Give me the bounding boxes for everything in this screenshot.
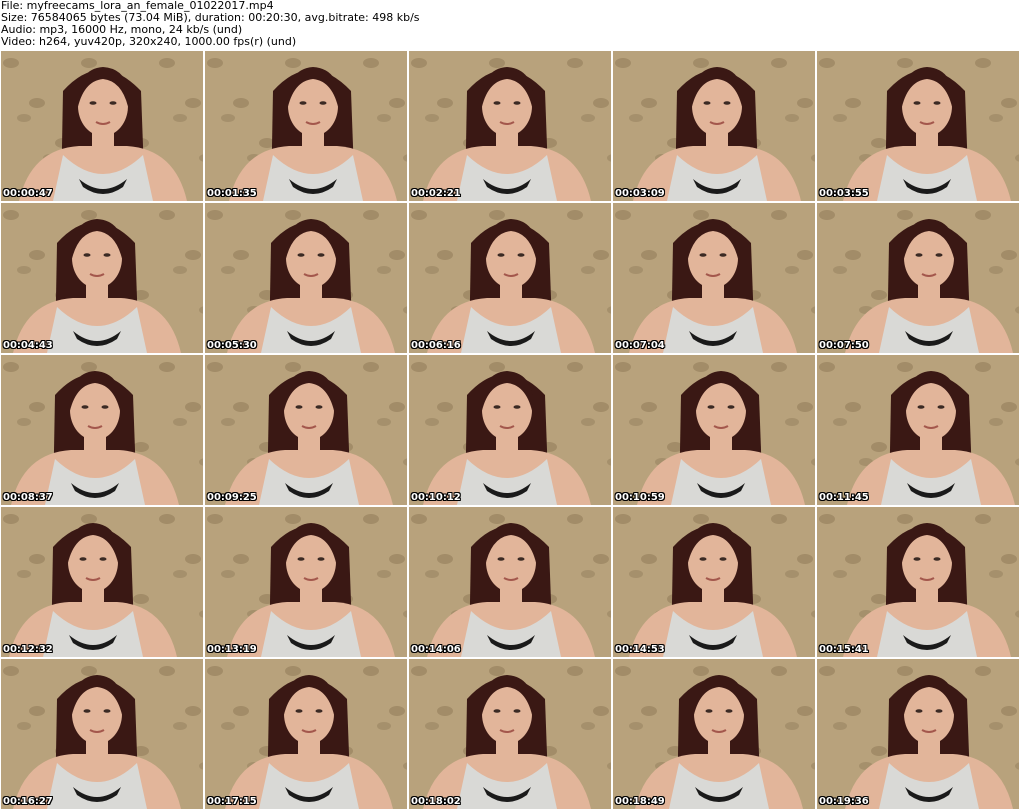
thumbnail-timestamp: 00:04:43 <box>3 340 53 351</box>
video-info-line: Video: h264, yuv420p, 320x240, 1000.00 f… <box>1 35 297 48</box>
thumbnail-timestamp: 00:03:09 <box>615 188 665 199</box>
thumbnail-timestamp: 00:07:50 <box>819 340 869 351</box>
thumbnail-timestamp: 00:02:21 <box>411 188 461 199</box>
thumbnail-frame-image <box>613 51 815 201</box>
thumbnail-frame-image <box>613 355 815 505</box>
thumbnail-frame-image <box>1 507 203 657</box>
video-thumbnail: 00:11:45 <box>817 355 1019 505</box>
video-thumbnail: 00:18:02 <box>409 659 611 809</box>
video-thumbnail: 00:14:53 <box>613 507 815 657</box>
thumbnail-timestamp: 00:13:19 <box>207 644 257 655</box>
thumbnail-frame-image <box>613 659 815 809</box>
thumbnail-frame-image <box>1 355 203 505</box>
thumbnail-timestamp: 00:11:45 <box>819 492 869 503</box>
thumbnail-frame-image <box>409 659 611 809</box>
video-thumbnail: 00:06:16 <box>409 203 611 353</box>
thumbnail-timestamp: 00:07:04 <box>615 340 665 351</box>
video-thumbnail: 00:14:06 <box>409 507 611 657</box>
thumbnail-timestamp: 00:10:59 <box>615 492 665 503</box>
video-thumbnail: 00:15:41 <box>817 507 1019 657</box>
thumbnail-frame-image <box>205 507 407 657</box>
video-thumbnail: 00:07:04 <box>613 203 815 353</box>
thumbnail-frame-image <box>817 355 1019 505</box>
video-thumbnail: 00:03:09 <box>613 51 815 201</box>
thumbnail-timestamp: 00:15:41 <box>819 644 869 655</box>
video-thumbnail: 00:10:59 <box>613 355 815 505</box>
video-thumbnail: 00:19:36 <box>817 659 1019 809</box>
thumbnail-frame-image <box>409 51 611 201</box>
video-thumbnail: 00:08:37 <box>1 355 203 505</box>
video-thumbnail: 00:17:15 <box>205 659 407 809</box>
thumbnail-timestamp: 00:05:30 <box>207 340 257 351</box>
video-thumbnail: 00:16:27 <box>1 659 203 809</box>
thumbnail-timestamp: 00:01:35 <box>207 188 257 199</box>
video-thumbnail: 00:09:25 <box>205 355 407 505</box>
thumbnail-timestamp: 00:10:12 <box>411 492 461 503</box>
video-thumbnail: 00:13:19 <box>205 507 407 657</box>
thumbnail-timestamp: 00:17:15 <box>207 796 257 807</box>
thumbnail-timestamp: 00:00:47 <box>3 188 53 199</box>
thumbnail-frame-image <box>205 659 407 809</box>
thumbnail-frame-image <box>817 51 1019 201</box>
thumbnail-timestamp: 00:18:49 <box>615 796 665 807</box>
video-thumbnail: 00:07:50 <box>817 203 1019 353</box>
thumbnail-frame-image <box>613 507 815 657</box>
thumbnail-frame-image <box>205 51 407 201</box>
video-thumbnail: 00:03:55 <box>817 51 1019 201</box>
thumbnail-timestamp: 00:12:32 <box>3 644 53 655</box>
thumbnail-timestamp: 00:14:06 <box>411 644 461 655</box>
thumbnail-timestamp: 00:06:16 <box>411 340 461 351</box>
video-thumbnail: 00:10:12 <box>409 355 611 505</box>
thumbnail-frame-image <box>817 659 1019 809</box>
video-thumbnail: 00:12:32 <box>1 507 203 657</box>
file-info-header: File: myfreecams_lora_an_female_01022017… <box>1 0 1021 49</box>
thumbnail-frame-image <box>613 203 815 353</box>
thumbnail-frame-image <box>1 659 203 809</box>
thumbnail-frame-image <box>409 507 611 657</box>
thumbnail-frame-image <box>205 203 407 353</box>
thumbnail-timestamp: 00:03:55 <box>819 188 869 199</box>
video-thumbnail: 00:02:21 <box>409 51 611 201</box>
thumbnail-frame-image <box>817 507 1019 657</box>
thumbnail-frame-image <box>1 203 203 353</box>
thumbnail-frame-image <box>205 355 407 505</box>
thumbnail-timestamp: 00:14:53 <box>615 644 665 655</box>
thumbnail-frame-image <box>817 203 1019 353</box>
video-thumbnail: 00:18:49 <box>613 659 815 809</box>
thumbnail-timestamp: 00:09:25 <box>207 492 257 503</box>
thumbnail-frame-image <box>409 203 611 353</box>
thumbnail-grid: 00:00:47 00:01:35 00:02:21 00:03:09 00:0… <box>1 51 1023 811</box>
thumbnail-timestamp: 00:19:36 <box>819 796 869 807</box>
video-thumbnail: 00:01:35 <box>205 51 407 201</box>
thumbnail-frame-image <box>409 355 611 505</box>
thumbnail-frame-image <box>1 51 203 201</box>
video-thumbnail: 00:04:43 <box>1 203 203 353</box>
thumbnail-timestamp: 00:08:37 <box>3 492 53 503</box>
thumbnail-timestamp: 00:16:27 <box>3 796 53 807</box>
video-thumbnail: 00:05:30 <box>205 203 407 353</box>
video-thumbnail: 00:00:47 <box>1 51 203 201</box>
thumbnail-timestamp: 00:18:02 <box>411 796 461 807</box>
